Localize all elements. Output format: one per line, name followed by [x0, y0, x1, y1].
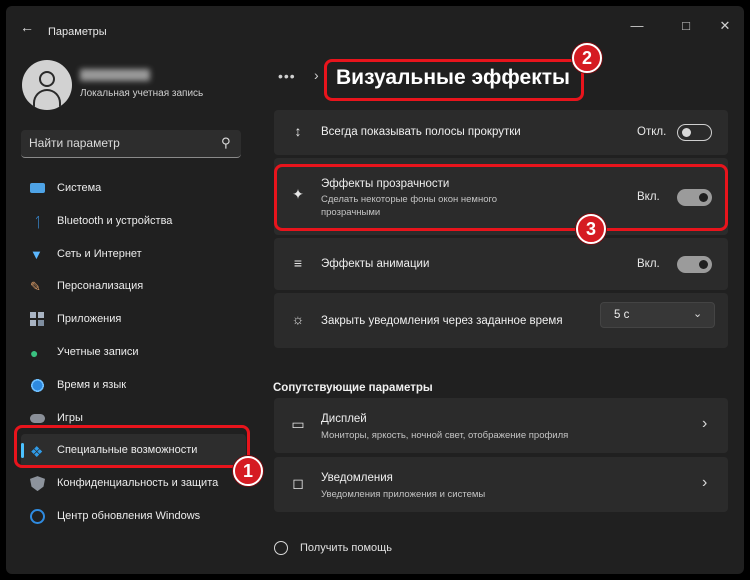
sidebar-item-accounts[interactable]: ● Учетные записи	[21, 336, 246, 369]
update-icon	[30, 508, 45, 524]
related-item-notifications[interactable]: ◻ Уведомления Уведомления приложения и с…	[274, 457, 728, 512]
sidebar-item-label: Игры	[57, 411, 83, 424]
brightness-icon: ☼	[291, 311, 305, 327]
related-title: Уведомления	[321, 472, 393, 484]
maximize-icon[interactable]: □	[678, 19, 694, 34]
avatar[interactable]	[22, 60, 72, 110]
sidebar-item-network[interactable]: ▼ Сеть и Интернет	[21, 238, 246, 271]
related-subtitle: Уведомления приложения и системы	[321, 489, 486, 500]
setting-title: Всегда показывать полосы прокрутки	[321, 126, 521, 138]
close-icon[interactable]: ✕	[717, 19, 733, 34]
sidebar-item-label: Время и язык	[57, 378, 127, 391]
toggle-state: Вкл.	[637, 258, 660, 270]
avatar-body-shape	[33, 89, 61, 109]
breadcrumb-overflow-button[interactable]: •••	[278, 68, 296, 84]
sidebar-item-label: Приложения	[57, 313, 122, 326]
step-badge-2: 2	[572, 43, 602, 73]
sidebar-item-time-language[interactable]: Время и язык	[21, 369, 246, 402]
transparency-toggle[interactable]	[677, 189, 712, 206]
sidebar-item-games[interactable]: Игры	[21, 402, 246, 435]
brush-icon: ✎	[30, 279, 41, 295]
bell-icon: ◻	[292, 475, 304, 491]
sidebar-item-apps[interactable]: Приложения	[21, 303, 246, 336]
avatar-head-shape	[39, 71, 55, 87]
help-label: Получить помощь	[300, 542, 392, 554]
chevron-down-icon: ⌄	[693, 308, 703, 320]
related-title: Дисплей	[321, 413, 367, 425]
settings-window: ← Параметры — □ ✕ Локальная учетная запи…	[6, 6, 744, 574]
minimize-icon[interactable]: —	[629, 19, 645, 34]
chevron-right-icon: ›	[702, 474, 708, 491]
sidebar-item-label: Система	[57, 182, 102, 194]
animation-toggle[interactable]	[677, 256, 712, 273]
wifi-icon: ▼	[30, 246, 43, 262]
sidebar-item-accessibility[interactable]: ❖ Специальные возможности	[21, 434, 246, 468]
sidebar-item-label: Персонализация	[57, 280, 144, 293]
help-icon	[274, 541, 288, 555]
timeout-select[interactable]: 5 с ⌄	[600, 302, 715, 328]
search-box: ⚲	[21, 130, 241, 158]
setting-title: Эффекты анимации	[321, 258, 430, 270]
sidebar-item-label: Центр обновления Windows	[57, 509, 201, 522]
scrollbar-arrows-icon: ↕	[294, 123, 302, 139]
toggle-state: Вкл.	[637, 191, 660, 203]
setting-scrollbars: ↕ Всегда показывать полосы прокрутки Отк…	[274, 110, 728, 155]
sidebar-item-label: Сеть и Интернет	[57, 247, 142, 260]
chevron-right-icon: ›	[702, 415, 708, 432]
back-arrow-icon[interactable]: ←	[20, 19, 34, 35]
gamepad-icon	[30, 413, 45, 423]
sidebar-nav: Система ᛐ Bluetooth и устройства ▼ Сеть …	[21, 172, 246, 533]
related-subtitle: Мониторы, яркость, ночной свет, отображе…	[321, 430, 569, 441]
shield-icon	[30, 476, 45, 492]
sidebar-item-system[interactable]: Система	[21, 172, 246, 205]
accessibility-icon: ❖	[30, 444, 44, 462]
setting-subtitle: Сделать некоторые фоны окон немного проз…	[321, 194, 498, 218]
transparency-icon: ✦	[292, 186, 304, 202]
step-badge-1: 1	[233, 456, 263, 486]
app-title: Параметры	[48, 26, 107, 38]
sidebar-item-bluetooth[interactable]: ᛐ Bluetooth и устройства	[21, 205, 246, 238]
setting-title: Эффекты прозрачности	[321, 178, 450, 190]
monitor-icon: ▭	[291, 416, 305, 432]
sidebar-item-label: Специальные возможности	[57, 444, 198, 457]
toggle-state: Откл.	[637, 126, 667, 138]
search-icon[interactable]: ⚲	[221, 135, 231, 151]
sidebar-item-personalization[interactable]: ✎ Персонализация	[21, 270, 246, 303]
animation-icon: ≡	[293, 255, 303, 271]
related-settings-heading: Сопутствующие параметры	[273, 382, 433, 394]
timeout-value: 5 с	[614, 309, 630, 321]
title-bar: ← Параметры — □ ✕	[6, 6, 744, 46]
setting-transparency: ✦ Эффекты прозрачности Сделать некоторые…	[274, 158, 728, 235]
user-name-blurred	[80, 69, 150, 81]
related-item-display[interactable]: ▭ Дисплей Мониторы, яркость, ночной свет…	[274, 398, 728, 453]
apps-icon	[30, 312, 45, 328]
sidebar-item-windows-update[interactable]: Центр обновления Windows	[21, 500, 246, 533]
sidebar-item-label: Bluetooth и устройства	[57, 214, 173, 227]
sidebar-item-label: Конфиденциальность и защита	[57, 477, 219, 490]
setting-animation: ≡ Эффекты анимации Вкл.	[274, 238, 728, 290]
accounts-icon: ●	[30, 344, 39, 361]
sidebar-item-label: Учетные записи	[57, 345, 139, 358]
bluetooth-icon: ᛐ	[33, 213, 42, 230]
step-badge-3: 3	[576, 214, 606, 244]
sidebar-item-privacy[interactable]: Конфиденциальность и защита	[21, 467, 246, 500]
breadcrumb-separator: ›	[314, 67, 319, 83]
system-icon	[30, 183, 45, 193]
search-input[interactable]	[21, 130, 211, 156]
active-indicator	[21, 443, 24, 459]
setting-title: Закрыть уведомления через заданное время	[321, 315, 563, 327]
setting-notification-timeout: ☼ Закрыть уведомления через заданное вре…	[274, 293, 728, 348]
page-title: Визуальные эффекты	[336, 66, 570, 89]
globe-clock-icon	[30, 377, 45, 393]
scrollbars-toggle[interactable]	[677, 124, 712, 141]
account-type: Локальная учетная запись	[80, 88, 204, 99]
